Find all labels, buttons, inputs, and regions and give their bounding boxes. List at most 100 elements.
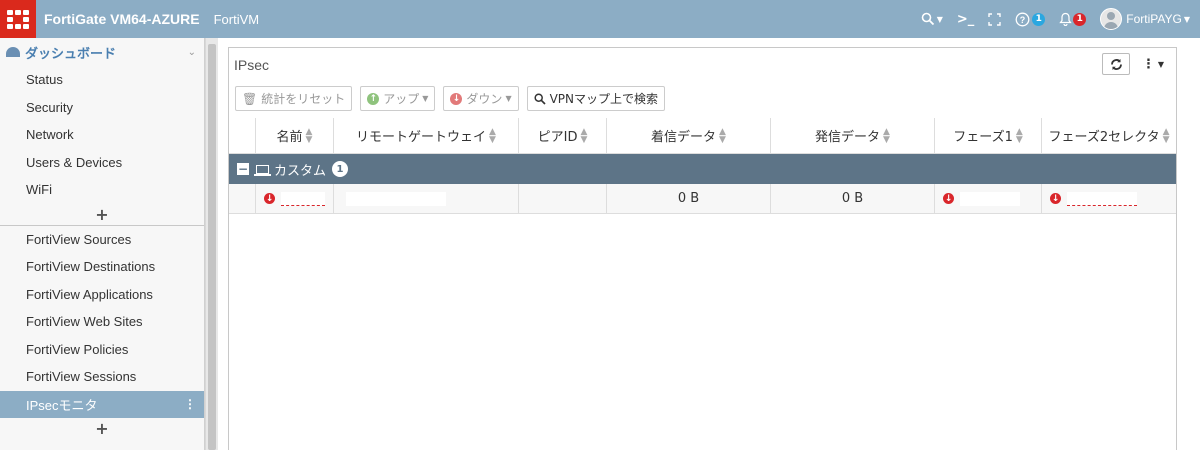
top-right-toolbar: ▼ >_ ? 1 1 FortiPAYG ▼: [921, 0, 1190, 38]
fortinet-logo[interactable]: [0, 0, 36, 38]
sort-icon[interactable]: ▲ ▼: [1016, 127, 1023, 144]
sidebar-item-label: IPsecモニタ: [26, 397, 98, 413]
collapse-icon[interactable]: −: [237, 163, 249, 175]
sidebar-item-security[interactable]: Security: [0, 94, 204, 122]
laptop-icon: [254, 164, 271, 176]
refresh-button[interactable]: [1102, 53, 1130, 75]
avatar: [1100, 8, 1123, 30]
column-header-label: 発信データ: [815, 130, 881, 145]
sidebar-item-wifi[interactable]: WiFi: [0, 176, 204, 204]
sidebar: ダッシュボード ⌄ Status Security Network Users …: [0, 38, 205, 450]
cli-console-icon[interactable]: >_: [957, 12, 974, 27]
column-header-label: 着信データ: [651, 130, 717, 145]
refresh-icon: [1110, 58, 1122, 70]
search-icon: [921, 12, 934, 26]
column-header-outgoing-data[interactable]: 発信データ ▲ ▼: [771, 118, 935, 153]
bring-up-button[interactable]: ↑ アップ ▼: [360, 86, 436, 111]
ipsec-table: 名前 ▲ ▼ リモートゲートウェイ ▲ ▼ ピアID ▲ ▼ 着信データ ▲ ▼ 発信データ ▲ ▼…: [229, 118, 1176, 214]
locate-on-vpn-map-button[interactable]: VPNマップ上で検索: [526, 86, 666, 111]
svg-text:?: ?: [1020, 15, 1026, 25]
chevron-down-icon: ▼: [1157, 59, 1165, 69]
status-down-icon: ↓: [943, 193, 954, 204]
group-row-custom[interactable]: − カスタム 1: [229, 154, 1176, 184]
add-monitor-icon[interactable]: +: [0, 418, 204, 438]
trash-icon: 🗑: [242, 91, 258, 106]
scrollbar-thumb[interactable]: [208, 44, 216, 450]
search-menu[interactable]: ▼: [921, 12, 943, 26]
user-name: FortiPAYG: [1126, 12, 1182, 26]
reset-stats-button[interactable]: 🗑 統計をリセット: [235, 86, 353, 111]
column-header-peer-id[interactable]: ピアID ▲ ▼: [519, 118, 607, 153]
sort-icon[interactable]: ▲ ▼: [306, 127, 313, 144]
table-row[interactable]: ↓ 0 B 0 B ↓ ↓: [229, 184, 1176, 214]
group-count-badge: 1: [332, 161, 349, 177]
sidebar-section-dashboard[interactable]: ダッシュボード ⌄: [0, 38, 204, 66]
column-header-label: ピアID: [537, 130, 578, 145]
sidebar-item-fortiview-web-sites[interactable]: FortiView Web Sites: [0, 308, 204, 336]
sidebar-item-ipsec-monitor[interactable]: IPsecモニタ ⋮: [0, 390, 204, 418]
sidebar-item-fortiview-sources[interactable]: FortiView Sources: [0, 226, 204, 254]
device-model: FortiGate VM64-AZURE: [44, 11, 200, 27]
tunnel-name-cell[interactable]: ↓: [256, 184, 334, 213]
column-header-remote-gateway[interactable]: リモートゲートウェイ ▲ ▼: [334, 118, 519, 153]
sidebar-item-fortiview-sessions[interactable]: FortiView Sessions: [0, 363, 204, 391]
sidebar-item-status[interactable]: Status: [0, 66, 204, 94]
sidebar-item-fortiview-applications[interactable]: FortiView Applications: [0, 281, 204, 309]
status-down-icon: ↓: [264, 193, 275, 204]
chevron-down-icon: ▼: [505, 94, 512, 103]
reset-stats-label: 統計をリセット: [261, 92, 346, 106]
top-bar: FortiGate VM64-AZURE FortiVM ▼ >_ ? 1 1 …: [0, 0, 1200, 38]
help-badge: 1: [1032, 12, 1046, 26]
row-expand-cell: [229, 184, 256, 213]
phase2-selectors-cell[interactable]: ↓: [1042, 184, 1176, 213]
remote-gateway-cell: [334, 184, 519, 213]
chevron-down-icon: ▼: [1183, 14, 1190, 24]
column-header-phase1[interactable]: フェーズ1 ▲ ▼: [935, 118, 1042, 153]
sort-icon[interactable]: ▲ ▼: [489, 127, 496, 144]
sidebar-item-fortiview-policies[interactable]: FortiView Policies: [0, 336, 204, 364]
sidebar-item-users-devices[interactable]: Users & Devices: [0, 149, 204, 177]
ipsec-panel: IPsec ⋮ ▼ 🗑 統計をリセット ↑ アップ ▼ ↓ ダウン ▼ VPNマッ…: [228, 47, 1177, 450]
toolbar: 🗑 統計をリセット ↑ アップ ▼ ↓ ダウン ▼ VPNマップ上で検索: [235, 86, 666, 111]
redacted-phase1-name: [960, 191, 1020, 206]
sort-icon[interactable]: ▲ ▼: [719, 127, 726, 144]
group-label: カスタム: [274, 163, 327, 179]
panel-menu-button[interactable]: ⋮ ▼: [1138, 53, 1168, 75]
hostname: FortiVM: [213, 11, 260, 27]
add-dashboard-icon[interactable]: +: [0, 204, 204, 226]
column-header-label: 名前: [276, 130, 303, 145]
outgoing-data-cell: 0 B: [771, 184, 935, 213]
page-title: IPsec: [234, 57, 270, 73]
alert-badge: 1: [1073, 12, 1087, 26]
help-menu[interactable]: ? 1: [1015, 12, 1046, 27]
column-header-incoming-data[interactable]: 着信データ ▲ ▼: [607, 118, 771, 153]
column-header-phase2-selectors[interactable]: フェーズ2セレクタ ▲ ▼: [1042, 118, 1176, 153]
sort-icon[interactable]: ▲ ▼: [883, 127, 890, 144]
phase1-cell[interactable]: ↓: [935, 184, 1042, 213]
fullscreen-icon[interactable]: [988, 12, 1001, 26]
incoming-data-cell: 0 B: [607, 184, 771, 213]
user-menu[interactable]: FortiPAYG ▼: [1100, 8, 1190, 30]
chevron-down-icon[interactable]: ⌄: [188, 47, 196, 58]
more-options-icon[interactable]: ⋮: [184, 397, 196, 411]
expand-column-header: [229, 118, 256, 153]
chevron-down-icon: ▼: [936, 14, 943, 24]
sidebar-item-network[interactable]: Network: [0, 121, 204, 149]
column-header-name[interactable]: 名前 ▲ ▼: [256, 118, 334, 153]
bring-down-label: ダウン: [466, 92, 503, 106]
bring-down-button[interactable]: ↓ ダウン ▼: [443, 86, 519, 111]
arrow-up-icon: ↑: [367, 92, 380, 105]
sort-icon[interactable]: ▲ ▼: [580, 127, 587, 144]
notifications-menu[interactable]: 1: [1059, 12, 1087, 26]
peer-id-cell: [519, 184, 607, 213]
status-down-icon: ↓: [1050, 193, 1061, 204]
bell-icon: [1059, 12, 1072, 26]
locate-on-vpn-map-label: VPNマップ上で検索: [549, 92, 659, 106]
sidebar-scrollbar[interactable]: [205, 38, 218, 450]
sort-icon[interactable]: ▲ ▼: [1163, 127, 1170, 144]
sidebar-item-fortiview-destinations[interactable]: FortiView Destinations: [0, 253, 204, 281]
search-icon: [534, 92, 546, 105]
help-icon: ?: [1015, 12, 1030, 26]
dashboard-icon: [6, 47, 20, 57]
more-options-icon: ⋮: [1141, 56, 1155, 72]
